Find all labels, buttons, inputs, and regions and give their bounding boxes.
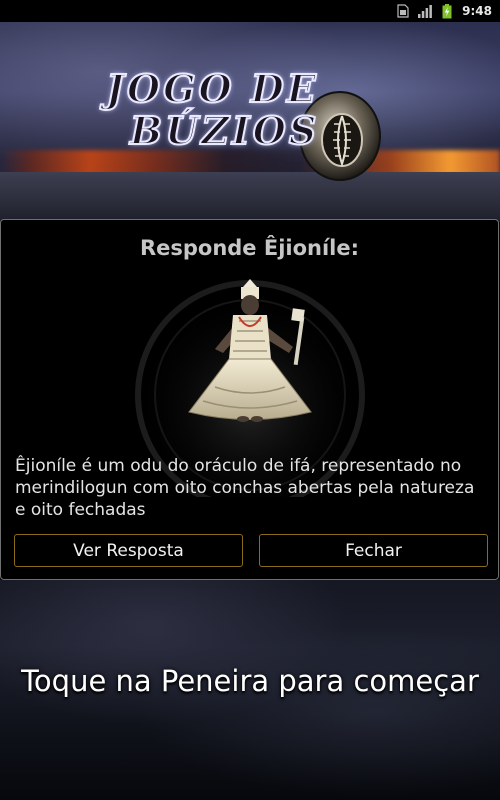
status-bar: 9:48 [0,0,500,22]
logo-text-line1: JOGO DE [105,65,319,112]
start-prompt[interactable]: Toque na Peneira para começar [0,664,500,698]
status-time: 9:48 [462,4,492,18]
response-dialog: Responde Êjioníle: Êjioníle é um odu do … [0,219,499,580]
fechar-button[interactable]: Fechar [259,534,488,567]
logo-text-line2: BÚZIOS [129,107,320,154]
ver-resposta-button[interactable]: Ver Resposta [14,534,243,567]
signal-icon [418,4,433,18]
dialog-title: Responde Êjioníle: [139,236,360,260]
sim-icon [396,4,410,18]
dialog-message: Êjioníle é um odu do oráculo de ifá, rep… [15,456,475,520]
battery-charging-icon [440,3,454,18]
app-logo: JOGO DE BÚZIOS [100,62,410,192]
dialog-button-bar: Ver Resposta Fechar [14,534,488,568]
